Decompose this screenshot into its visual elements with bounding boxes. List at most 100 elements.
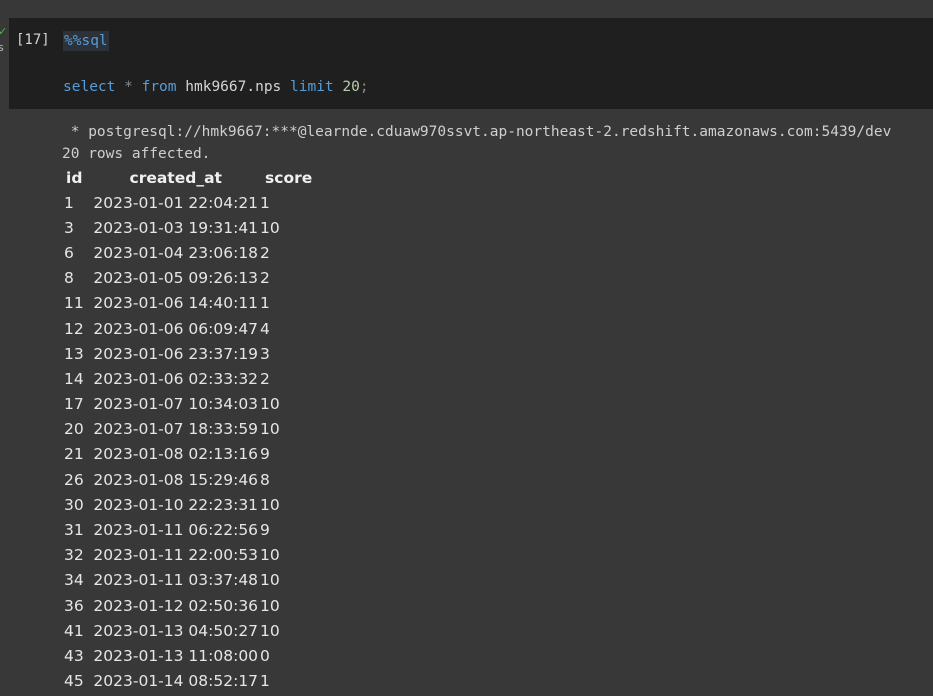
cell-created-at: 2023-01-07 10:34:03 <box>93 395 259 414</box>
cell-created-at: 2023-01-05 09:26:13 <box>93 269 259 288</box>
cell-id: 13 <box>64 344 84 363</box>
cell-id: 36 <box>64 596 84 615</box>
result-table: id created_at score 1 2023-01-01 22:04:21… <box>62 166 312 694</box>
cell-created-at: 2023-01-06 02:33:32 <box>93 369 259 388</box>
table-row: 30 2023-01-10 22:23:31 10 <box>62 492 312 517</box>
check-icon: ✓ <box>0 25 8 38</box>
table-body: 1 2023-01-01 22:04:21 1 3 2023-01-03 19:31:4… <box>62 190 312 694</box>
cell-id: 45 <box>64 672 84 691</box>
table-row: 17 2023-01-07 10:34:03 10 <box>62 392 312 417</box>
cell-score: 2 <box>260 243 270 262</box>
top-strip <box>0 0 933 18</box>
cell-score: 2 <box>260 369 270 388</box>
cell-id: 6 <box>64 243 74 262</box>
table-row: 1 2023-01-01 22:04:21 1 <box>62 190 312 215</box>
table-row: 36 2023-01-12 02:50:36 10 <box>62 593 312 618</box>
cell-created-at: 2023-01-11 22:00:53 <box>93 546 259 565</box>
cell-score: 10 <box>260 218 280 237</box>
table-row: 31 2023-01-11 06:22:56 9 <box>62 517 312 542</box>
cell-created-at: 2023-01-10 22:23:31 <box>93 495 259 514</box>
cell-score: 10 <box>260 546 280 565</box>
cell-created-at: 2023-01-12 02:50:36 <box>93 596 259 615</box>
cell-id: 11 <box>64 294 84 313</box>
cell-score: 9 <box>260 445 270 464</box>
cell-score: 10 <box>260 395 280 414</box>
cell-score: 0 <box>260 646 270 665</box>
table-row: 13 2023-01-06 23:37:19 3 <box>62 341 312 366</box>
column-header-created-at: created_at <box>129 169 222 187</box>
cell-created-at: 2023-01-11 06:22:56 <box>93 521 259 540</box>
cell-created-at: 2023-01-13 04:50:27 <box>93 621 259 640</box>
cell-score: 10 <box>260 571 280 590</box>
sql-table-name: hmk9667.nps <box>185 79 282 95</box>
sql-star: * <box>124 79 133 95</box>
table-row: 14 2023-01-06 02:33:32 2 <box>62 366 312 391</box>
column-header-id: id <box>66 169 83 187</box>
cell-id: 34 <box>64 571 84 590</box>
cell-score: 10 <box>260 621 280 640</box>
table-row: 32 2023-01-11 22:00:53 10 <box>62 543 312 568</box>
cell-score: 3 <box>260 344 270 363</box>
cell-created-at: 2023-01-07 18:33:59 <box>93 420 259 439</box>
cell-score: 10 <box>260 596 280 615</box>
sql-limit-value: 20 <box>342 79 360 95</box>
rows-affected: 20 rows affected. <box>62 146 211 162</box>
cell-created-at: 2023-01-06 14:40:11 <box>93 294 259 313</box>
code-cell[interactable]: %%sql select * from hmk9667.nps limit 20… <box>9 18 933 109</box>
cell-id: 31 <box>64 521 84 540</box>
table-row: 3 2023-01-03 19:31:41 10 <box>62 215 312 240</box>
cell-score: 1 <box>260 294 270 313</box>
cell-id: 8 <box>64 269 74 288</box>
cell-score: 10 <box>260 495 280 514</box>
cell-id: 26 <box>64 470 84 489</box>
sql-keyword-limit: limit <box>290 79 334 95</box>
cell-id: 1 <box>64 193 74 212</box>
cell-created-at: 2023-01-06 06:09:47 <box>93 319 259 338</box>
cell-created-at: 2023-01-13 11:08:00 <box>93 646 259 665</box>
cell-created-at: 2023-01-11 03:37:48 <box>93 571 259 590</box>
table-row: 20 2023-01-07 18:33:59 10 <box>62 417 312 442</box>
cell-score: 1 <box>260 193 270 212</box>
table-row: 43 2023-01-13 11:08:00 0 <box>62 643 312 668</box>
cell-id: 32 <box>64 546 84 565</box>
cell-created-at: 2023-01-06 23:37:19 <box>93 344 259 363</box>
table-row: 45 2023-01-14 08:52:17 1 <box>62 669 312 694</box>
cell-created-at: 2023-01-04 23:06:18 <box>93 243 259 262</box>
sql-terminator: ; <box>359 79 369 95</box>
cell-created-at: 2023-01-03 19:31:41 <box>93 218 259 237</box>
cell-score: 1 <box>260 672 270 691</box>
cell-created-at: 2023-01-14 08:52:17 <box>93 672 259 691</box>
table-row: 6 2023-01-04 23:06:18 2 <box>62 240 312 265</box>
table-row: 21 2023-01-08 02:13:16 9 <box>62 442 312 467</box>
cell-id: 21 <box>64 445 84 464</box>
table-row: 12 2023-01-06 06:09:47 4 <box>62 316 312 341</box>
table-row: 41 2023-01-13 04:50:27 10 <box>62 618 312 643</box>
table-row: 11 2023-01-06 14:40:11 1 <box>62 291 312 316</box>
cell-score: 2 <box>260 269 270 288</box>
cell-id: 12 <box>64 319 84 338</box>
run-timer: s <box>0 41 4 54</box>
column-header-score: score <box>265 169 313 187</box>
cell-created-at: 2023-01-08 02:13:16 <box>93 445 259 464</box>
cell-score: 10 <box>260 420 280 439</box>
cell-created-at: 2023-01-01 22:04:21 <box>93 193 259 212</box>
cell-score: 8 <box>260 470 270 489</box>
cell-id: 3 <box>64 218 74 237</box>
cell-output: * postgresql://hmk9667:***@learnde.cduaw… <box>62 121 933 165</box>
sql-keyword-from: from <box>141 79 177 95</box>
sql-magic: %%sql <box>63 31 109 51</box>
sql-query: select * from hmk9667.nps limit 20; <box>63 77 369 97</box>
cell-score: 4 <box>260 319 270 338</box>
execution-count: [17] <box>16 32 50 48</box>
cell-gutter: ✓ s <box>0 26 10 62</box>
cell-id: 41 <box>64 621 84 640</box>
cell-score: 9 <box>260 521 270 540</box>
table-header-row: id created_at score <box>62 166 312 190</box>
cell-created-at: 2023-01-08 15:29:46 <box>93 470 259 489</box>
cell-id: 20 <box>64 420 84 439</box>
table-row: 26 2023-01-08 15:29:46 8 <box>62 467 312 492</box>
cell-id: 17 <box>64 395 84 414</box>
sql-keyword-select: select <box>63 79 116 95</box>
notebook-page: %%sql select * from hmk9667.nps limit 20… <box>0 0 933 696</box>
connection-string: * postgresql://hmk9667:***@learnde.cduaw… <box>62 124 892 140</box>
